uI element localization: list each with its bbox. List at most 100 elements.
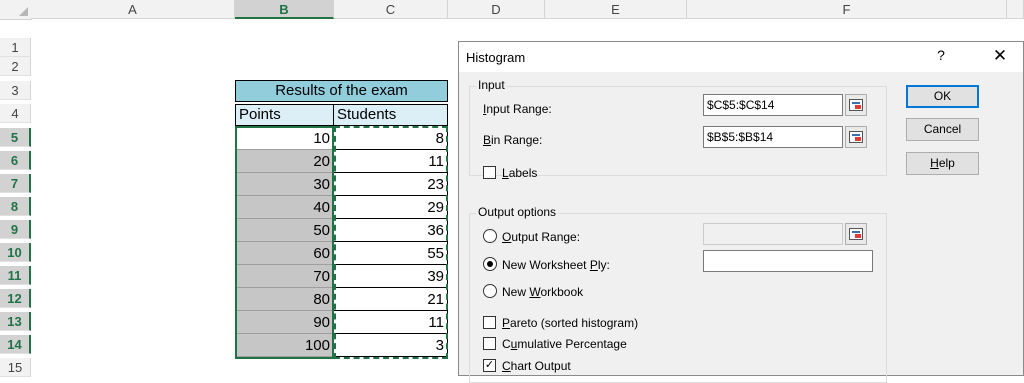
points-cell[interactable]: 80 <box>235 288 334 311</box>
cumulative-percentage-label: Cumulative Percentage <box>502 337 627 351</box>
students-cell[interactable]: 3 <box>334 334 448 357</box>
cumulative-percentage-checkbox[interactable] <box>483 337 496 350</box>
row-header-3[interactable]: 3 <box>0 81 31 100</box>
ok-button[interactable]: OK <box>906 85 979 108</box>
pareto-label: Pareto (sorted histogram) <box>502 316 638 330</box>
input-range-label-text: nput Range: <box>486 102 552 116</box>
points-cell[interactable]: 30 <box>235 173 334 196</box>
table-title-cell[interactable]: Results of the exam <box>235 80 448 102</box>
students-cell[interactable]: 8 <box>334 127 448 150</box>
students-cell[interactable]: 39 <box>334 265 448 288</box>
help-question-icon[interactable]: ? <box>931 47 951 63</box>
dialog-title-bar[interactable]: Histogram ? ✕ <box>459 42 1023 72</box>
new-ply-mnemonic: P <box>589 258 598 272</box>
chart-output-label-text: hart Output <box>510 359 571 373</box>
output-range-mnemonic: O <box>502 230 512 244</box>
points-cell[interactable]: 40 <box>235 196 334 219</box>
column-header-a[interactable]: A <box>31 0 235 19</box>
students-cell[interactable]: 36 <box>334 219 448 242</box>
students-cell[interactable]: 11 <box>334 311 448 334</box>
row-header-11[interactable]: 11 <box>0 266 31 285</box>
column-header-c[interactable]: C <box>334 0 448 19</box>
new-workbook-radio[interactable] <box>483 284 497 298</box>
labels-label: Labels <box>502 166 537 180</box>
points-cell[interactable]: 50 <box>235 219 334 242</box>
range-select-icon <box>849 99 863 111</box>
column-header-f[interactable]: F <box>687 0 1007 19</box>
labels-label-text: abels <box>508 166 538 180</box>
output-range-label: Output Range: <box>502 230 580 244</box>
students-cell[interactable]: 11 <box>334 150 448 173</box>
chart-output-label: Chart Output <box>502 359 571 373</box>
bin-range-label: Bin Range: <box>483 133 542 147</box>
pareto-label-text: areto (sorted histogram) <box>510 316 639 330</box>
bin-range-collapse-button[interactable] <box>845 126 867 148</box>
row-header-10[interactable]: 10 <box>0 243 31 262</box>
labels-mnemonic: L <box>502 166 509 180</box>
select-all-triangle-icon <box>19 7 28 16</box>
dialog-title: Histogram <box>466 50 526 65</box>
labels-checkbox[interactable] <box>483 166 496 179</box>
column-header-d[interactable]: D <box>448 0 545 19</box>
row-header-6[interactable]: 6 <box>0 151 31 170</box>
column-header-e[interactable]: E <box>545 0 687 19</box>
range-select-icon <box>849 131 863 143</box>
row-header-7[interactable]: 7 <box>0 174 31 193</box>
bin-range-label-text: in Range: <box>491 133 543 147</box>
new-worksheet-ply-label: New Worksheet Ply: <box>502 258 610 272</box>
new-ply-label-pre: New Worksheet <box>502 258 590 272</box>
cumulative-label-rest: mulative Percentage <box>517 337 627 351</box>
output-range-collapse-button[interactable] <box>845 223 867 245</box>
students-cell[interactable]: 55 <box>334 242 448 265</box>
points-cell[interactable]: 10 <box>235 127 334 150</box>
help-button[interactable]: Help <box>906 152 979 175</box>
new-ply-label-rest: ly: <box>597 258 610 272</box>
row-header-1[interactable]: 1 <box>0 38 31 57</box>
histogram-dialog[interactable]: Histogram ? ✕ Input Input Range: $C$5:$C… <box>458 41 1024 383</box>
output-options-legend: Output options <box>476 205 559 219</box>
cumulative-label-pre: C <box>502 337 511 351</box>
points-cell[interactable]: 20 <box>235 150 334 173</box>
row-header-15[interactable]: 15 <box>0 358 31 377</box>
row-header-5[interactable]: 5 <box>0 128 31 147</box>
input-group-legend: Input <box>476 78 507 92</box>
chart-output-checkbox[interactable]: ✓ <box>483 359 496 372</box>
students-header-cell[interactable]: Students <box>333 104 448 126</box>
help-label-text: elp <box>938 156 955 170</box>
points-header-cell[interactable]: Points <box>235 104 334 126</box>
range-select-icon <box>849 228 863 240</box>
output-range-field[interactable] <box>703 223 843 245</box>
input-range-collapse-button[interactable] <box>845 94 867 116</box>
students-cell[interactable]: 21 <box>334 288 448 311</box>
bin-range-field[interactable]: $B$5:$B$14 <box>703 126 843 148</box>
row-header-12[interactable]: 12 <box>0 289 31 308</box>
row-header-4[interactable]: 4 <box>0 104 31 123</box>
output-range-radio[interactable] <box>483 229 497 243</box>
row-header-14[interactable]: 14 <box>0 335 31 354</box>
close-icon[interactable]: ✕ <box>988 46 1012 66</box>
column-header-g[interactable] <box>1007 0 1024 19</box>
points-cell[interactable]: 60 <box>235 242 334 265</box>
new-workbook-label-rest: orkbook <box>540 285 584 299</box>
help-mnemonic: H <box>930 156 939 170</box>
input-range-label: Input Range: <box>483 102 552 116</box>
points-cell[interactable]: 70 <box>235 265 334 288</box>
input-range-field[interactable]: $C$5:$C$14 <box>703 94 843 116</box>
new-workbook-mnemonic: W <box>529 285 541 299</box>
row-header-13[interactable]: 13 <box>0 312 31 331</box>
column-header-b[interactable]: B <box>235 0 334 19</box>
students-cell[interactable]: 29 <box>334 196 448 219</box>
new-worksheet-ply-radio[interactable] <box>483 257 497 271</box>
students-cell[interactable]: 23 <box>334 173 448 196</box>
cancel-button[interactable]: Cancel <box>906 118 979 141</box>
pareto-checkbox[interactable] <box>483 316 496 329</box>
row-header-2[interactable]: 2 <box>0 57 31 76</box>
points-cell[interactable]: 100 <box>235 334 334 357</box>
chart-output-mnemonic: C <box>502 359 511 373</box>
new-worksheet-ply-field[interactable] <box>703 250 873 272</box>
select-all-corner[interactable] <box>0 0 32 20</box>
pareto-mnemonic: P <box>502 316 511 330</box>
row-header-8[interactable]: 8 <box>0 197 31 216</box>
row-header-9[interactable]: 9 <box>0 220 31 239</box>
points-cell[interactable]: 90 <box>235 311 334 334</box>
